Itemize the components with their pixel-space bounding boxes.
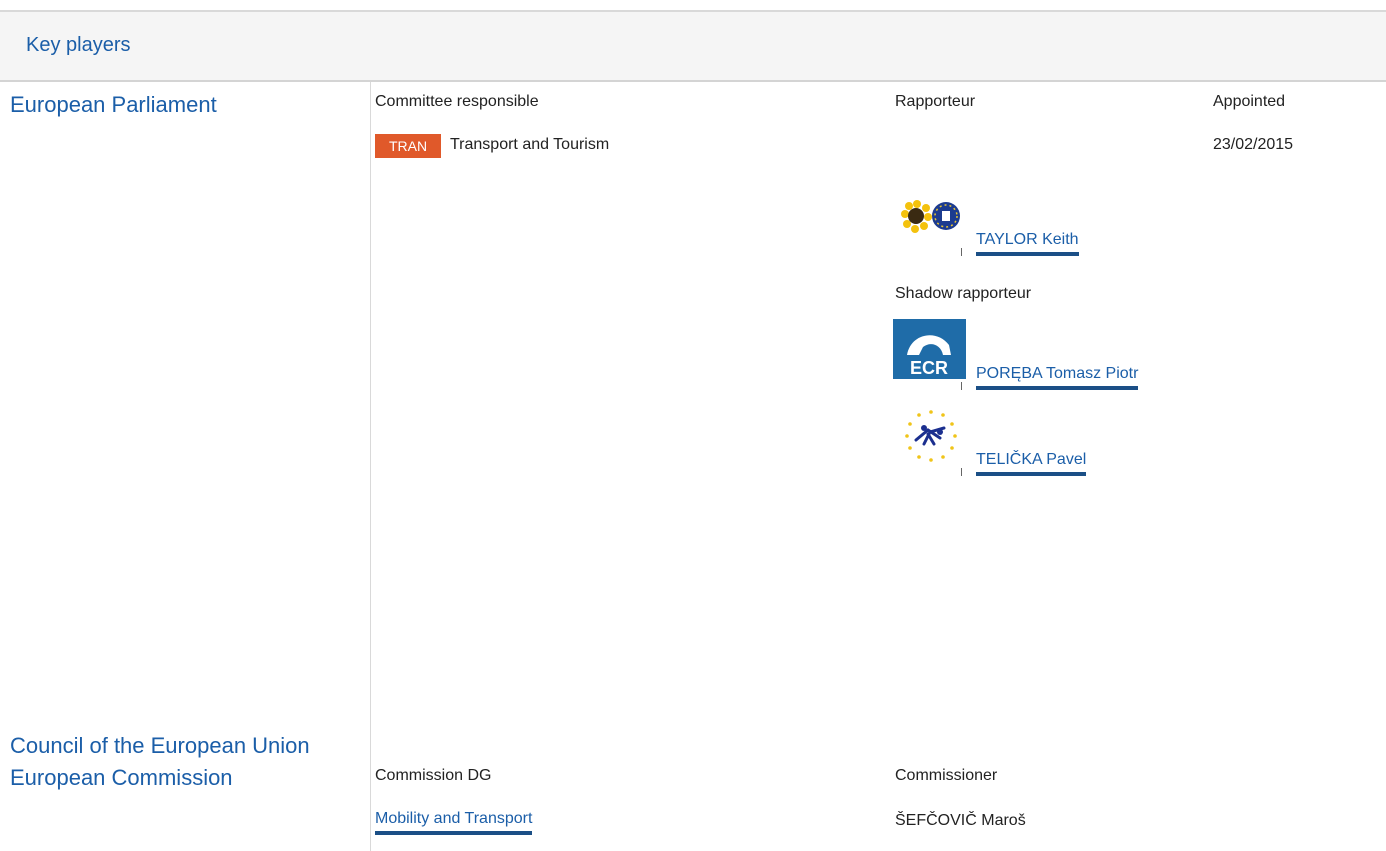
key-players-panel: Key players European Parliament Committe… (0, 0, 1386, 851)
ecr-logo-text: ECR (910, 358, 948, 378)
shadow-rapporteur-link-poreba[interactable]: PORĘBA Tomasz Piotr (976, 365, 1139, 390)
appointed-date: 23/02/2015 (1213, 136, 1294, 153)
section-header: Key players (0, 12, 1386, 82)
alde-logo-icon (905, 410, 957, 462)
commissioner-name: ŠEFČOVIČ Maroš (895, 812, 1026, 829)
section-title: Key players (26, 34, 131, 56)
commission-dg-header: Commission DG (375, 767, 492, 784)
committee-name: Transport and Tourism (450, 136, 610, 153)
column-divider (370, 82, 371, 851)
shadow-rapporteur-link-telicka[interactable]: TELIČKA Pavel (976, 451, 1087, 476)
committee-responsible-header: Committee responsible (375, 93, 539, 110)
shadow-marker-1 (961, 382, 962, 390)
institution-european-parliament[interactable]: European Parliament (10, 92, 217, 118)
ecr-logo-icon: ECR (893, 319, 966, 379)
rapporteur-header: Rapporteur (895, 93, 976, 110)
institution-european-commission[interactable]: European Commission (10, 765, 233, 791)
rapporteur-marker (961, 248, 962, 256)
greens-efa-logo-icon (901, 200, 960, 233)
commission-dg-link[interactable]: Mobility and Transport (375, 810, 533, 835)
shadow-marker-2 (961, 468, 962, 476)
committee-code-badge[interactable]: TRAN (375, 134, 441, 158)
appointed-header: Appointed (1213, 93, 1286, 110)
shadow-rapporteur-header: Shadow rapporteur (895, 285, 1032, 302)
commissioner-header: Commissioner (895, 767, 998, 784)
rapporteur-link[interactable]: TAYLOR Keith (976, 231, 1079, 256)
institution-council[interactable]: Council of the European Union (10, 733, 310, 759)
